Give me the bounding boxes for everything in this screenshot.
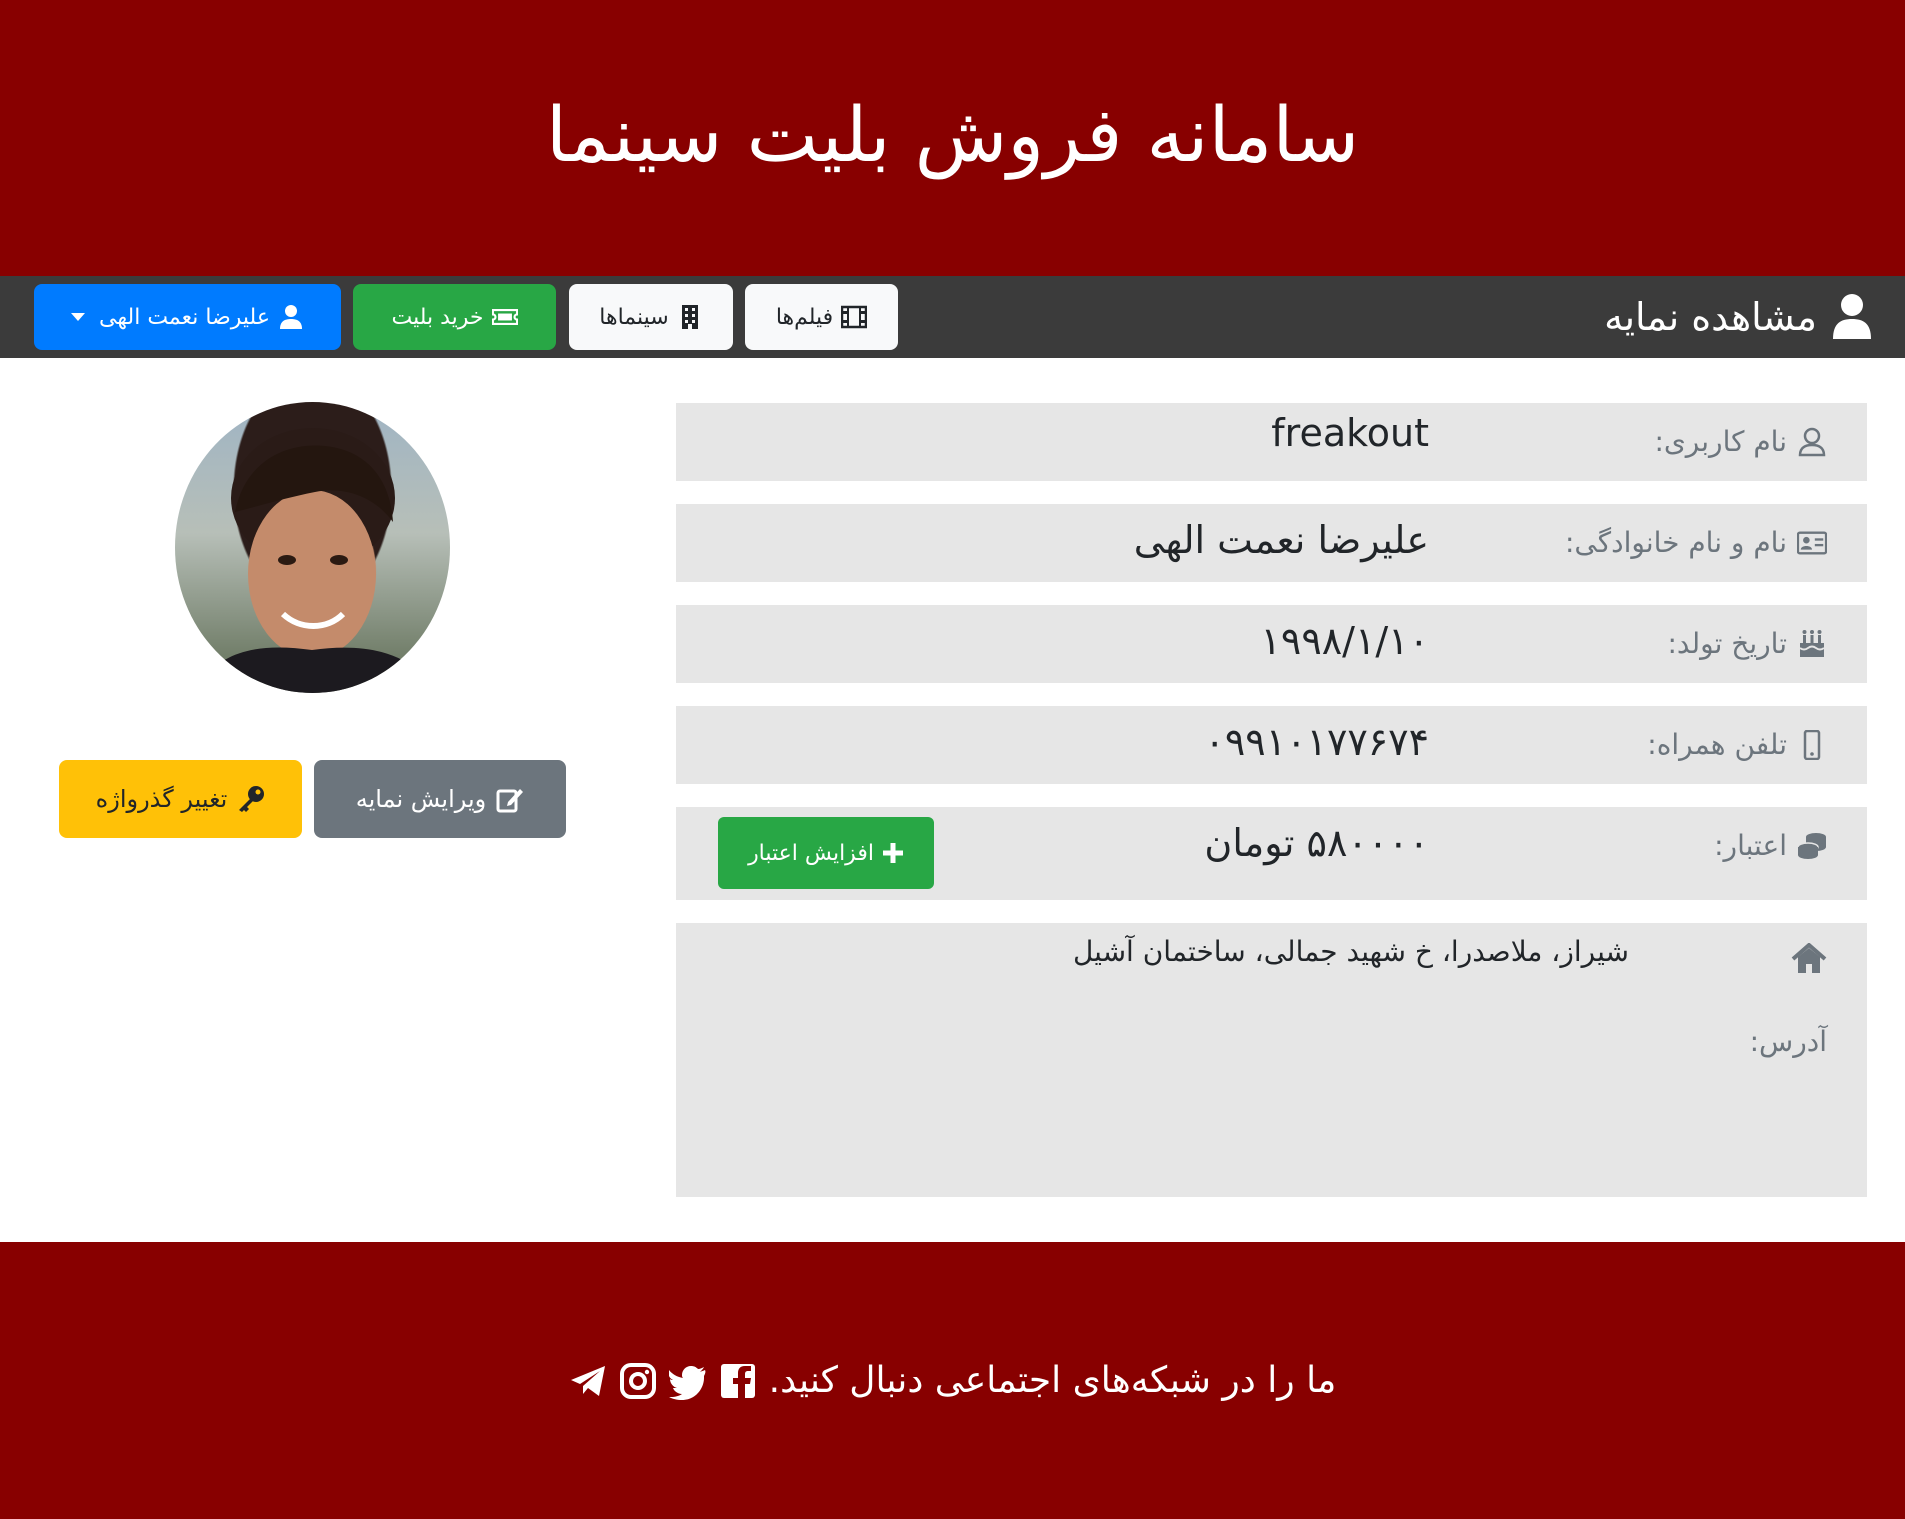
edit-icon <box>496 789 524 813</box>
cinemas-button[interactable]: سینماها <box>569 284 733 350</box>
info-row-username: نام کاربری: freakout <box>676 403 1867 481</box>
user-icon <box>1833 294 1871 339</box>
id-card-icon <box>1797 531 1827 554</box>
site-title: سامانه فروش بلیت سینما <box>545 89 1360 179</box>
navbar-brand-label: مشاهده نمایه <box>1604 295 1817 339</box>
increase-credit-label: افزایش اعتبار <box>748 840 874 866</box>
info-row-mobile: تلفن همراه: ۰۹۹۱۰۱۷۷۶۷۴ <box>676 706 1867 784</box>
mobile-icon <box>1803 729 1821 760</box>
twitter-icon[interactable] <box>668 1362 707 1400</box>
edit-profile-label: ویرایش نمایه <box>355 785 487 813</box>
buy-ticket-button-label: خرید بلیت <box>391 304 484 330</box>
user-menu-label: علیرضا نعمت الهی <box>99 304 270 330</box>
navbar-brand[interactable]: مشاهده نمایه <box>1604 286 1873 348</box>
change-password-label: تغییر گذرواژه <box>95 785 228 813</box>
credit-value: ۵۸۰۰۰۰ تومان <box>1204 821 1429 865</box>
site-footer: ما را در شبکه‌های اجتماعی دنبال کنید. <box>0 1242 1905 1519</box>
ticket-icon <box>491 308 518 326</box>
birthdate-label: تاریخ تولد: <box>1667 627 1787 660</box>
mobile-value: ۰۹۹۱۰۱۷۷۶۷۴ <box>1204 720 1429 764</box>
films-button-label: فیلم‌ها <box>775 304 834 330</box>
credit-label: اعتبار: <box>1714 829 1787 862</box>
site-header: سامانه فروش بلیت سینما <box>0 0 1905 276</box>
plus-icon <box>882 843 903 863</box>
address-label: آدرس: <box>1749 1025 1827 1058</box>
user-menu-button[interactable]: علیرضا نعمت الهی <box>34 284 341 350</box>
avatar <box>175 402 450 693</box>
birthday-cake-icon <box>1799 629 1825 657</box>
key-icon <box>239 786 265 812</box>
info-row-address: آدرس: شیراز، ملاصدرا، خ شهید جمالی، ساخت… <box>676 923 1867 1197</box>
edit-profile-button[interactable]: ویرایش نمایه <box>314 760 566 838</box>
info-row-credit: اعتبار: ۵۸۰۰۰۰ تومان افزایش اعتبار <box>676 807 1867 900</box>
films-button[interactable]: فیلم‌ها <box>745 284 898 350</box>
username-value: freakout <box>1271 411 1429 455</box>
address-value: شیراز، ملاصدرا، خ شهید جمالی، ساختمان آش… <box>1072 935 1629 968</box>
navbar: مشاهده نمایه فیلم‌ها سینماها خرید بلیت <box>0 276 1905 358</box>
cinemas-button-label: سینماها <box>599 304 669 330</box>
fullname-label: نام و نام خانوادگی: <box>1565 526 1787 559</box>
footer-text: ما را در شبکه‌های اجتماعی دنبال کنید. <box>768 1360 1337 1401</box>
building-icon <box>681 305 698 329</box>
user-icon <box>279 305 302 329</box>
info-row-birthdate: تاریخ تولد: ۱۹۹۸/۱/۱۰ <box>676 605 1867 683</box>
increase-credit-button[interactable]: افزایش اعتبار <box>718 817 934 889</box>
birthdate-value: ۱۹۹۸/۱/۱۰ <box>1260 619 1429 663</box>
mobile-label: تلفن همراه: <box>1647 728 1787 761</box>
facebook-icon[interactable] <box>719 1362 757 1400</box>
user-outline-icon <box>1798 427 1826 456</box>
instagram-icon[interactable] <box>619 1362 657 1400</box>
username-label: نام کاربری: <box>1654 425 1787 458</box>
chevron-down-icon <box>71 313 86 321</box>
home-icon <box>1791 943 1827 973</box>
film-icon <box>841 305 868 329</box>
telegram-icon[interactable] <box>569 1362 607 1400</box>
info-row-fullname: نام و نام خانوادگی: علیرضا نعمت الهی <box>676 504 1867 582</box>
buy-ticket-button[interactable]: خرید بلیت <box>353 284 556 350</box>
coins-icon <box>1797 832 1826 859</box>
fullname-value: علیرضا نعمت الهی <box>1133 518 1429 562</box>
change-password-button[interactable]: تغییر گذرواژه <box>59 760 302 838</box>
